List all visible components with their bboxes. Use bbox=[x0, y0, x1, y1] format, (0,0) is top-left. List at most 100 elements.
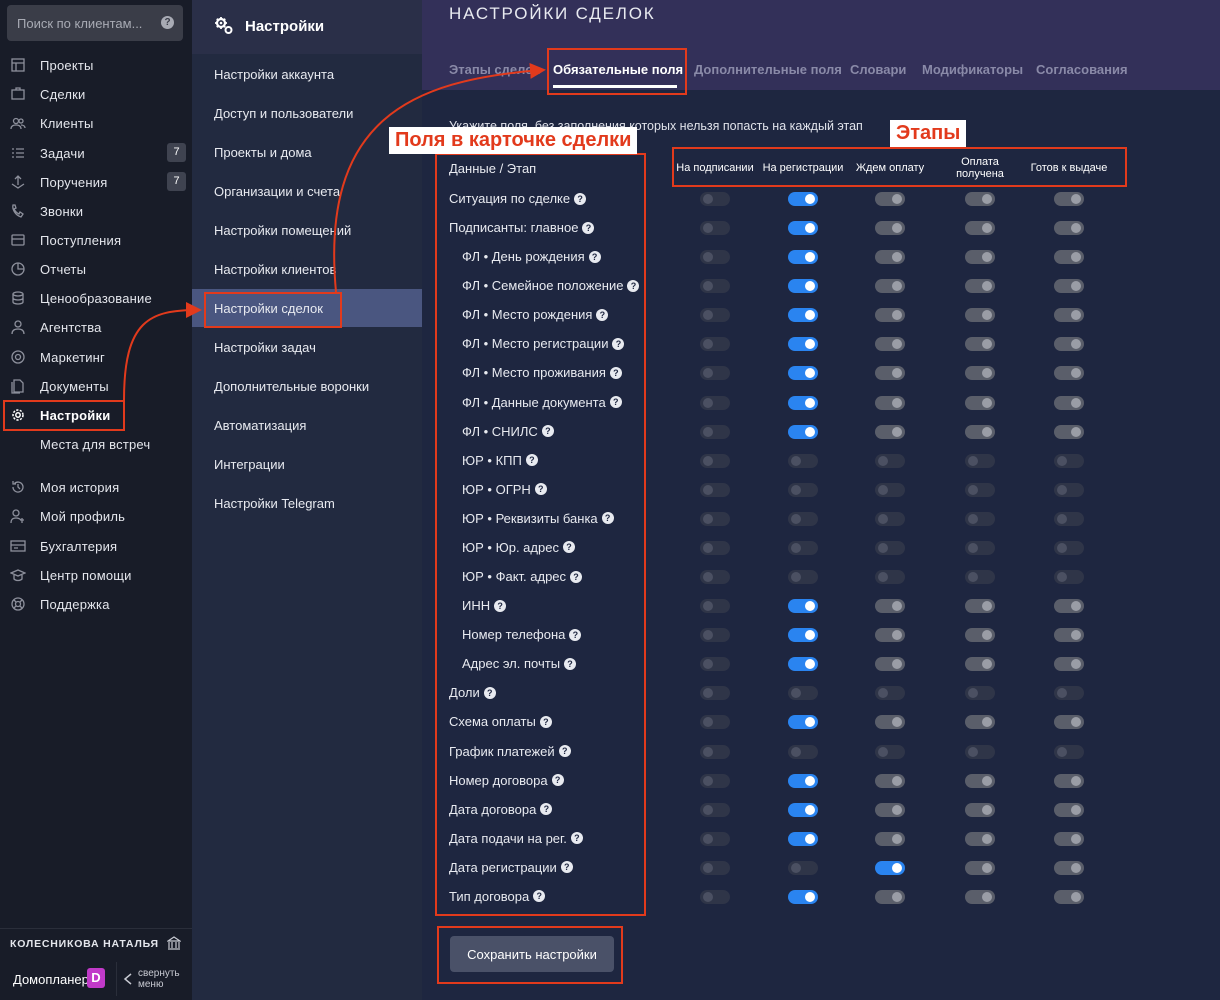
required-toggle[interactable] bbox=[700, 279, 730, 294]
required-toggle[interactable] bbox=[700, 395, 730, 410]
required-toggle[interactable] bbox=[788, 715, 818, 730]
required-toggle[interactable] bbox=[1054, 482, 1084, 497]
required-toggle[interactable] bbox=[965, 744, 995, 759]
settings-menu-item-9[interactable]: Автоматизация bbox=[192, 406, 422, 444]
required-toggle[interactable] bbox=[965, 628, 995, 643]
required-toggle[interactable] bbox=[1054, 628, 1084, 643]
settings-menu-item-11[interactable]: Настройки Telegram bbox=[192, 484, 422, 522]
settings-menu-item-2[interactable]: Проекты и дома bbox=[192, 133, 422, 171]
tab-0[interactable]: Этапы сделок bbox=[449, 62, 540, 77]
required-toggle[interactable] bbox=[788, 395, 818, 410]
required-toggle[interactable] bbox=[700, 570, 730, 585]
organization-icon[interactable] bbox=[167, 936, 181, 950]
required-toggle[interactable] bbox=[1054, 192, 1084, 206]
required-toggle[interactable] bbox=[965, 540, 995, 555]
help-icon[interactable]: ? bbox=[494, 599, 507, 612]
required-toggle[interactable] bbox=[965, 424, 995, 439]
required-toggle[interactable] bbox=[875, 889, 905, 904]
tab-5[interactable]: Согласования bbox=[1036, 62, 1128, 77]
required-toggle[interactable] bbox=[788, 424, 818, 439]
required-toggle[interactable] bbox=[700, 424, 730, 439]
required-toggle[interactable] bbox=[875, 686, 905, 701]
required-toggle[interactable] bbox=[700, 250, 730, 265]
required-toggle[interactable] bbox=[788, 628, 818, 643]
required-toggle[interactable] bbox=[700, 860, 730, 875]
required-toggle[interactable] bbox=[1054, 889, 1084, 904]
help-icon[interactable]: ? bbox=[609, 366, 622, 379]
help-icon[interactable]: ? bbox=[596, 308, 609, 321]
help-icon[interactable]: ? bbox=[534, 483, 547, 496]
settings-menu-item-8[interactable]: Дополнительные воронки bbox=[192, 367, 422, 405]
tab-2[interactable]: Дополнительные поля bbox=[694, 62, 842, 77]
help-icon[interactable]: ? bbox=[525, 454, 538, 467]
required-toggle[interactable] bbox=[965, 482, 995, 497]
required-toggle[interactable] bbox=[965, 366, 995, 381]
required-toggle[interactable] bbox=[875, 482, 905, 497]
required-toggle[interactable] bbox=[700, 308, 730, 323]
required-toggle[interactable] bbox=[875, 744, 905, 759]
sidebar-item-7[interactable]: Отчеты bbox=[0, 256, 192, 282]
help-icon[interactable]: ? bbox=[609, 396, 622, 409]
sidebar-item-12[interactable]: Настройки bbox=[0, 402, 192, 428]
help-icon[interactable]: ? bbox=[540, 803, 553, 816]
help-icon[interactable]: ? bbox=[541, 425, 554, 438]
help-icon[interactable]: ? bbox=[574, 192, 587, 205]
sidebar-item-9[interactable]: Агентства bbox=[0, 314, 192, 340]
help-icon[interactable]: ? bbox=[161, 16, 174, 29]
required-toggle[interactable] bbox=[1054, 715, 1084, 730]
required-toggle[interactable] bbox=[965, 308, 995, 323]
required-toggle[interactable] bbox=[700, 686, 730, 701]
client-search-input[interactable] bbox=[7, 5, 157, 41]
required-toggle[interactable] bbox=[875, 192, 905, 206]
required-toggle[interactable] bbox=[1054, 279, 1084, 294]
help-icon[interactable]: ? bbox=[539, 715, 552, 728]
required-toggle[interactable] bbox=[875, 540, 905, 555]
required-toggle[interactable] bbox=[788, 511, 818, 526]
tab-4[interactable]: Модификаторы bbox=[922, 62, 1023, 77]
settings-menu-item-7[interactable]: Настройки задач bbox=[192, 328, 422, 366]
required-toggle[interactable] bbox=[965, 250, 995, 265]
required-toggle[interactable] bbox=[700, 366, 730, 381]
required-toggle[interactable] bbox=[1054, 337, 1084, 352]
required-toggle[interactable] bbox=[1054, 424, 1084, 439]
required-toggle[interactable] bbox=[788, 279, 818, 294]
required-toggle[interactable] bbox=[875, 453, 905, 468]
required-toggle[interactable] bbox=[700, 744, 730, 759]
required-toggle[interactable] bbox=[1054, 802, 1084, 817]
required-toggle[interactable] bbox=[875, 802, 905, 817]
sidebar-item-11[interactable]: Документы bbox=[0, 373, 192, 399]
required-toggle[interactable] bbox=[875, 715, 905, 730]
required-toggle[interactable] bbox=[965, 599, 995, 614]
required-toggle[interactable] bbox=[788, 831, 818, 846]
required-toggle[interactable] bbox=[700, 773, 730, 788]
required-toggle[interactable] bbox=[788, 802, 818, 817]
required-toggle[interactable] bbox=[788, 453, 818, 468]
settings-menu-item-10[interactable]: Интеграции bbox=[192, 445, 422, 483]
sidebar-item-2[interactable]: Клиенты bbox=[0, 110, 192, 136]
required-toggle[interactable] bbox=[875, 570, 905, 585]
help-icon[interactable]: ? bbox=[612, 337, 625, 350]
required-toggle[interactable] bbox=[788, 860, 818, 875]
required-toggle[interactable] bbox=[788, 570, 818, 585]
sidebar-item-0[interactable]: Проекты bbox=[0, 52, 192, 78]
help-icon[interactable]: ? bbox=[570, 570, 583, 583]
help-icon[interactable]: ? bbox=[551, 774, 564, 787]
required-toggle[interactable] bbox=[700, 192, 730, 206]
sidebar-item-18[interactable]: Поддержка bbox=[0, 591, 192, 617]
sidebar-item-14[interactable]: Моя история bbox=[0, 474, 192, 500]
help-icon[interactable]: ? bbox=[569, 628, 582, 641]
required-toggle[interactable] bbox=[875, 831, 905, 846]
required-toggle[interactable] bbox=[788, 250, 818, 265]
required-toggle[interactable] bbox=[1054, 308, 1084, 323]
required-toggle[interactable] bbox=[965, 279, 995, 294]
help-icon[interactable]: ? bbox=[627, 279, 640, 292]
required-toggle[interactable] bbox=[965, 192, 995, 206]
sidebar-item-3[interactable]: Задачи 7 bbox=[0, 140, 192, 166]
required-toggle[interactable] bbox=[965, 221, 995, 236]
required-toggle[interactable] bbox=[700, 540, 730, 555]
required-toggle[interactable] bbox=[788, 308, 818, 323]
sidebar-item-13[interactable]: Места для встреч bbox=[0, 431, 192, 457]
required-toggle[interactable] bbox=[700, 715, 730, 730]
required-toggle[interactable] bbox=[875, 860, 905, 875]
required-toggle[interactable] bbox=[700, 511, 730, 526]
